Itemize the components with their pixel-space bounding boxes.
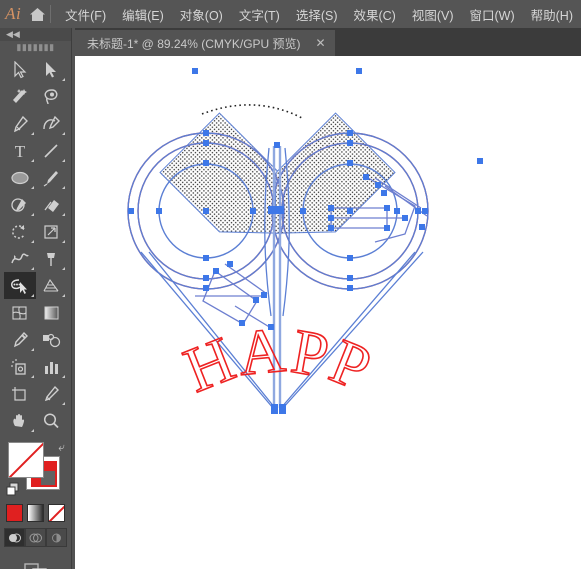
free-transform-tool[interactable] — [36, 245, 68, 272]
width-tool[interactable] — [4, 245, 36, 272]
tool-flyout-indicator — [62, 267, 65, 270]
menu-object[interactable]: 对象(O) — [172, 1, 231, 28]
ellipse-tool[interactable] — [4, 164, 36, 191]
default-fill-stroke-icon[interactable] — [6, 482, 20, 501]
menu-effect[interactable]: 效果(C) — [345, 1, 403, 28]
menu-edit[interactable]: 编辑(E) — [114, 1, 172, 28]
none-mode-button[interactable] — [48, 504, 65, 522]
panel-drag-handle[interactable]: ▮▮▮▮▮▮▮ — [0, 41, 71, 54]
draw-inside-button[interactable] — [46, 528, 67, 547]
draw-behind-button[interactable] — [25, 528, 46, 547]
tool-flyout-indicator — [30, 348, 34, 351]
document-tab-title: 未标题-1* @ 89.24% (CMYK/GPU 预览) — [87, 36, 301, 51]
tool-flyout-indicator — [30, 429, 34, 432]
lasso-tool[interactable] — [36, 83, 68, 110]
tool-flyout-indicator — [30, 375, 34, 378]
blend-tool[interactable] — [36, 326, 68, 353]
menu-bar: Ai 文件(F) 编辑(E) 对象(O) 文字(T) 选择(S) 效果(C) 视… — [0, 0, 581, 28]
tool-flyout-indicator — [62, 240, 65, 243]
tool-flyout-indicator — [62, 213, 65, 216]
draw-mode-row — [0, 528, 71, 547]
column-graph-tool[interactable] — [36, 353, 68, 380]
menu-file[interactable]: 文件(F) — [57, 1, 114, 28]
collapse-panel-icon[interactable]: ◀◀ — [0, 28, 71, 41]
fill-color-swatch[interactable] — [8, 442, 44, 478]
gradient-tool[interactable] — [36, 299, 68, 326]
symbol-sprayer-tool[interactable] — [4, 353, 36, 380]
direct-selection-tool[interactable] — [36, 56, 68, 83]
shaper-tool[interactable] — [4, 191, 36, 218]
menu-view[interactable]: 视图(V) — [404, 1, 462, 28]
color-mode-button[interactable] — [6, 504, 23, 522]
home-icon[interactable] — [26, 0, 48, 28]
paintbrush-tool[interactable] — [36, 164, 68, 191]
curvature-tool[interactable] — [36, 110, 68, 137]
artboard-tool[interactable] — [4, 380, 36, 407]
menu-select[interactable]: 选择(S) — [288, 1, 346, 28]
tool-flyout-indicator — [62, 186, 65, 189]
draw-normal-button[interactable] — [4, 528, 25, 547]
mesh-tool[interactable] — [4, 299, 36, 326]
app-logo: Ai — [5, 4, 22, 23]
selection-tool[interactable] — [4, 56, 36, 83]
document-tab[interactable]: 未标题-1* @ 89.24% (CMYK/GPU 预览) ✕ — [75, 30, 335, 56]
artboard-canvas[interactable]: HAPPY — [75, 56, 581, 569]
paint-mode-row — [0, 504, 71, 522]
gradient-mode-button[interactable] — [27, 504, 44, 522]
illustrator-window: Ai 文件(F) 编辑(E) 对象(O) 文字(T) 选择(S) 效果(C) 视… — [0, 0, 581, 569]
rotate-tool[interactable] — [4, 218, 36, 245]
tool-flyout-indicator — [62, 132, 65, 135]
svg-text:T: T — [15, 142, 26, 160]
slice-tool[interactable] — [36, 380, 68, 407]
close-icon[interactable]: ✕ — [313, 36, 329, 50]
menu-divider — [50, 5, 52, 23]
perspective-grid-tool[interactable] — [36, 272, 68, 299]
change-screen-mode-button[interactable] — [0, 561, 71, 569]
document-tab-bar: 未标题-1* @ 89.24% (CMYK/GPU 预览) ✕ — [75, 28, 581, 56]
artwork-vector: HAPPY — [75, 56, 483, 414]
type-tool[interactable]: T — [4, 137, 36, 164]
tool-flyout-indicator — [30, 240, 34, 243]
none-slash-icon — [9, 443, 43, 477]
hand-tool[interactable] — [4, 407, 36, 434]
tool-flyout-indicator — [30, 159, 34, 162]
zoom-tool[interactable] — [36, 407, 68, 434]
scale-tool[interactable] — [36, 218, 68, 245]
tool-flyout-indicator — [62, 78, 65, 81]
tool-flyout-indicator — [30, 186, 34, 189]
eyedropper-tool[interactable] — [4, 326, 36, 353]
magic-wand-tool[interactable] — [4, 83, 36, 110]
none-slash-icon — [49, 505, 64, 521]
line-segment-tool[interactable] — [36, 137, 68, 164]
shape-builder-tool[interactable] — [4, 272, 36, 299]
menu-type[interactable]: 文字(T) — [231, 1, 288, 28]
tool-flyout-indicator — [30, 294, 34, 297]
tool-flyout-indicator — [62, 294, 65, 297]
tool-grid: T — [0, 54, 71, 434]
eraser-tool[interactable] — [36, 191, 68, 218]
tool-flyout-indicator — [30, 267, 34, 270]
tool-flyout-indicator — [30, 213, 34, 216]
fill-stroke-controls: ⤶ — [0, 438, 71, 502]
tool-flyout-indicator — [62, 375, 65, 378]
swap-fill-stroke-icon[interactable]: ⤶ — [58, 440, 65, 455]
menu-window[interactable]: 窗口(W) — [462, 1, 523, 28]
tool-flyout-indicator — [62, 402, 65, 405]
menu-help[interactable]: 帮助(H) — [523, 1, 581, 28]
tool-flyout-indicator — [30, 132, 34, 135]
pen-tool[interactable] — [4, 110, 36, 137]
tools-panel: ◀◀ ▮▮▮▮▮▮▮ T ⤶ — [0, 28, 72, 569]
tool-flyout-indicator — [62, 159, 65, 162]
